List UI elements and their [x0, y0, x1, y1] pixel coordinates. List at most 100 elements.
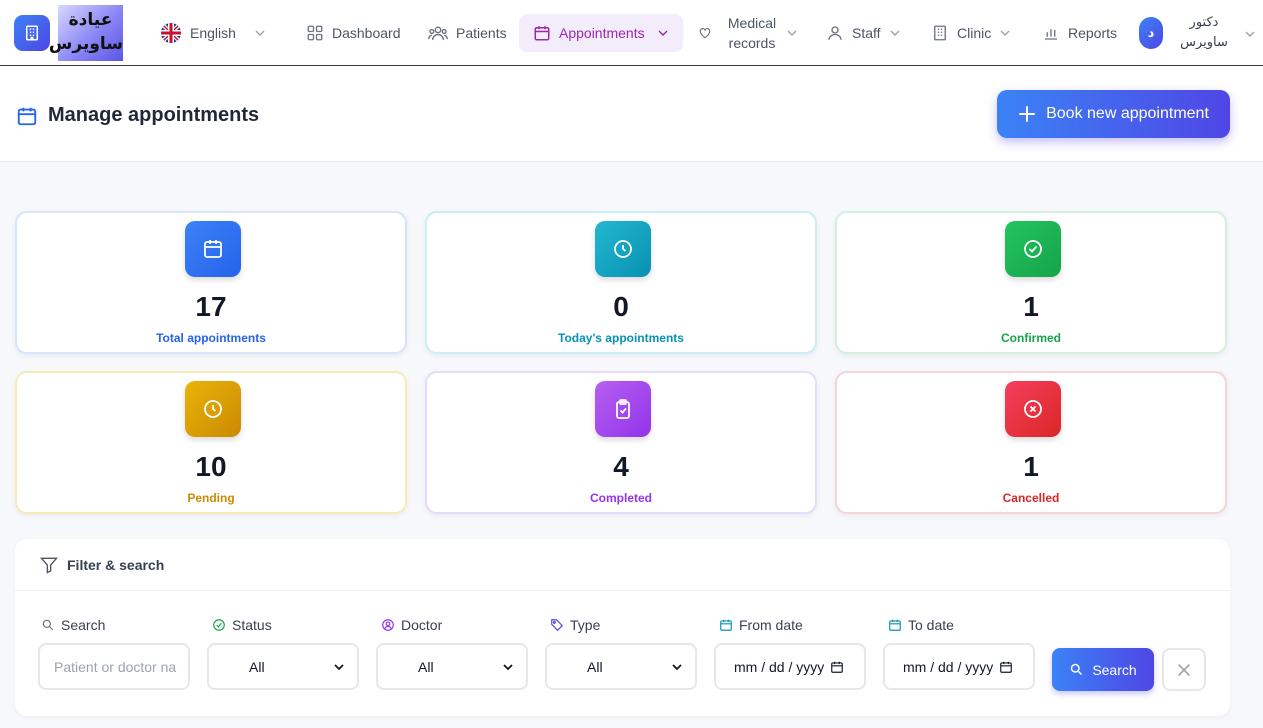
bar-chart-icon: [1045, 29, 1057, 40]
doctor-label: Doctor: [381, 617, 442, 633]
calendar-icon: [534, 26, 550, 41]
chevron-down-icon: [890, 30, 900, 36]
book-new-appointment-button[interactable]: Book new appointment: [997, 90, 1230, 138]
calendar-icon: [204, 240, 222, 258]
check-circle-icon: [213, 619, 225, 631]
doctor-select-value: All: [418, 658, 434, 675]
clinic-logo[interactable]: [14, 15, 50, 51]
top-navbar: عيادة ساويرس English Dashboard Patients …: [0, 0, 1263, 66]
stat-icon-box: [595, 381, 651, 437]
search-icon: [42, 619, 54, 631]
x-circle-icon: [1024, 400, 1042, 418]
stat-label: Pending: [187, 491, 235, 505]
search-icon: [1071, 663, 1083, 676]
nav-appointments-label: Appointments: [559, 25, 645, 41]
search-button-label: Search: [1092, 661, 1137, 678]
status-label-text: Status: [232, 617, 272, 633]
language-selector[interactable]: English: [160, 14, 266, 52]
user-avatar[interactable]: د: [1139, 17, 1163, 49]
nav-medical-records[interactable]: Medical records: [698, 14, 798, 52]
nav-patients-label: Patients: [456, 25, 507, 41]
user-name[interactable]: دكتور ساويرس: [1174, 13, 1234, 53]
filter-title: Filter & search: [39, 555, 164, 575]
stat-value: 1: [1023, 291, 1039, 322]
nav-dashboard[interactable]: Dashboard: [306, 14, 401, 52]
chevron-down-icon: [672, 663, 682, 670]
heart-icon: [699, 28, 711, 39]
doctor-select[interactable]: All: [376, 643, 528, 690]
user-icon: [828, 26, 842, 40]
language-label: English: [190, 25, 236, 41]
nav-appointments[interactable]: Appointments: [519, 14, 683, 52]
to-date-label-text: To date: [908, 617, 954, 633]
uk-flag-icon: [161, 23, 181, 43]
building-icon: [934, 25, 946, 41]
stat-card-today: 0 Today's appointments: [425, 211, 817, 354]
nav-patients[interactable]: Patients: [428, 14, 507, 52]
brand-name: عيادة ساويرس: [49, 5, 123, 61]
tag-icon: [551, 619, 564, 632]
stat-card-pending: 10 Pending: [15, 371, 407, 514]
type-label-text: Type: [570, 617, 601, 633]
chevron-down-icon: [503, 663, 513, 670]
nav-staff-label: Staff: [852, 25, 881, 41]
stat-value: 4: [613, 451, 629, 482]
chevron-down-icon[interactable]: [1244, 28, 1256, 40]
funnel-icon: [40, 557, 58, 574]
stat-value: 17: [195, 291, 227, 322]
stat-card-confirmed: 1 Confirmed: [835, 211, 1227, 354]
stat-label: Total appointments: [156, 331, 266, 345]
from-date-label-text: From date: [739, 617, 803, 633]
from-date-placeholder: mm / dd / yyyy: [734, 658, 825, 675]
stat-icon-box: [595, 221, 651, 277]
nav-reports-label: Reports: [1068, 25, 1118, 41]
nav-reports[interactable]: Reports: [1042, 14, 1117, 52]
grid-icon: [307, 25, 323, 41]
stat-card-completed: 4 Completed: [425, 371, 817, 514]
to-date-input[interactable]: mm / dd / yyyy: [883, 643, 1035, 690]
nav-staff[interactable]: Staff: [826, 14, 901, 52]
status-select[interactable]: All: [207, 643, 359, 690]
stat-label: Completed: [589, 491, 652, 505]
from-date-input[interactable]: mm / dd / yyyy: [714, 643, 866, 690]
doctor-label-text: Doctor: [401, 617, 443, 633]
calendar-icon: [831, 661, 844, 673]
filter-title-label: Filter & search: [67, 557, 165, 573]
status-label: Status: [212, 617, 272, 633]
nav-clinic[interactable]: Clinic: [931, 14, 1011, 52]
users-icon: [428, 26, 448, 40]
search-button[interactable]: Search: [1052, 648, 1154, 691]
nav-clinic-label: Clinic: [957, 25, 992, 41]
calendar-icon: [17, 107, 37, 125]
search-input[interactable]: Patient or doctor na: [38, 643, 190, 690]
type-select[interactable]: All: [545, 643, 697, 690]
calendar-icon: [889, 619, 901, 631]
stat-icon-box: [1005, 221, 1061, 277]
stat-icon-box: [185, 221, 241, 277]
clear-filters-button[interactable]: [1162, 648, 1206, 691]
chevron-down-icon: [787, 30, 797, 36]
to-date-label: To date: [888, 617, 954, 633]
chevron-down-icon: [255, 30, 265, 36]
status-select-value: All: [249, 658, 265, 675]
nav-dashboard-label: Dashboard: [332, 25, 401, 41]
stat-icon-box: [185, 381, 241, 437]
filter-panel: Filter & search Search Patient or doctor…: [15, 539, 1230, 716]
user-circle-icon: [382, 619, 394, 631]
close-icon: [1178, 663, 1190, 676]
stat-value: 10: [195, 451, 227, 482]
nav-medical-records-label: Medical records: [727, 15, 777, 51]
chevron-down-icon: [1000, 30, 1010, 36]
stat-card-total: 17 Total appointments: [15, 211, 407, 354]
stat-label: Confirmed: [1001, 331, 1061, 345]
clipboard-check-icon: [616, 399, 630, 419]
page-title: Manage appointments: [48, 104, 260, 126]
chevron-down-icon: [334, 663, 344, 670]
page-header: Manage appointments Book new appointment: [0, 66, 1263, 162]
search-label-text: Search: [61, 617, 106, 633]
stat-label: Today's appointments: [558, 331, 684, 345]
clock-icon: [614, 240, 632, 258]
search-label: Search: [41, 617, 105, 633]
stat-value: 0: [613, 291, 629, 322]
calendar-icon: [1000, 661, 1013, 673]
